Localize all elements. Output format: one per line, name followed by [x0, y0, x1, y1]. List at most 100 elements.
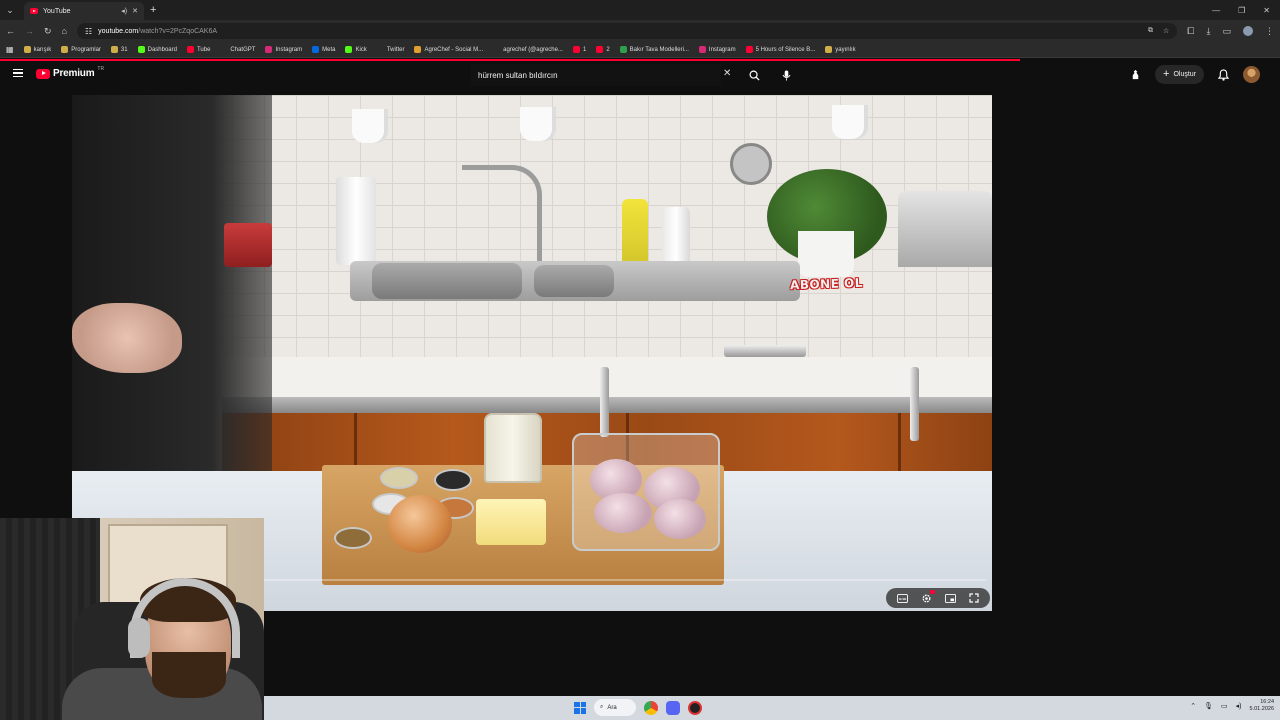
address-path: /watch?v=2PcZqoCAK6A — [138, 27, 218, 35]
browser-tab[interactable]: YouTube ◂) ✕ — [24, 2, 144, 20]
notifications-bell-icon[interactable] — [1218, 68, 1229, 81]
voice-search-button[interactable] — [776, 65, 796, 85]
webcam-beard — [152, 652, 226, 698]
bookmark-item[interactable]: Dashboard — [137, 46, 177, 53]
bookmark-item[interactable]: Twitter — [376, 46, 405, 53]
cast-icon[interactable]: ⧉ — [1148, 27, 1153, 35]
taskbar-clock[interactable]: 16:24 5.01.2026 — [1250, 699, 1274, 713]
search-box: ✕ — [471, 64, 790, 86]
bookmark-item[interactable]: 31 — [110, 46, 128, 53]
downloads-icon[interactable]: ⤓ — [1207, 26, 1211, 37]
settings-icon[interactable] — [919, 590, 935, 605]
bookmark-item[interactable]: Instagram — [698, 46, 736, 53]
bookmark-item[interactable]: karışık — [23, 46, 51, 53]
webcam-overlay — [0, 518, 264, 720]
network-icon[interactable]: ▭ — [1221, 702, 1228, 710]
minimize-icon[interactable]: — — [1212, 6, 1220, 15]
home-icon[interactable]: ⌂ — [62, 26, 67, 36]
apps-grid-icon[interactable]: ▦ — [6, 45, 14, 54]
split-view-icon[interactable]: ▭ — [1222, 26, 1231, 37]
youtube-favicon-icon — [30, 8, 38, 14]
volume-icon[interactable]: ◂) — [1236, 702, 1242, 710]
menu-kebab-icon[interactable]: ⋮ — [1265, 26, 1274, 37]
extensions-icon[interactable]: ⧠ — [1187, 26, 1194, 37]
profile-avatar-icon[interactable] — [1243, 26, 1253, 36]
bookmark-favicon-icon — [23, 46, 31, 53]
browser-tab-bar: ⌄ YouTube ◂) ✕ + — ❐ ✕ — [0, 0, 1280, 20]
bookmark-label: agrechef (@agreche... — [503, 46, 563, 53]
video-frame-spice-bowl — [334, 527, 372, 549]
site-info-icon[interactable]: ☷ — [85, 27, 92, 36]
bookmark-favicon-icon — [825, 46, 833, 53]
maximize-icon[interactable]: ❐ — [1238, 6, 1245, 15]
tray-mic-icon[interactable]: 🎙︎ — [1204, 702, 1213, 710]
bookmark-item[interactable]: AgreChef - Social M... — [414, 46, 483, 53]
bookmark-label: 5 Hours of Silence B... — [755, 46, 816, 53]
bookmark-label: yayınlık — [835, 46, 856, 53]
window-controls: — ❐ ✕ — [1212, 6, 1280, 15]
search-icon — [749, 70, 760, 81]
account-avatar[interactable] — [1243, 66, 1260, 83]
bookmark-star-icon[interactable]: ☆ — [1163, 27, 1169, 35]
bookmark-favicon-icon — [698, 46, 706, 53]
close-window-icon[interactable]: ✕ — [1263, 6, 1270, 15]
bookmark-favicon-icon — [414, 46, 422, 53]
bookmark-item[interactable]: Instagram — [265, 46, 302, 53]
bookmark-item[interactable]: yayınlık — [825, 46, 856, 53]
discord-icon[interactable] — [666, 700, 680, 715]
video-frame-person — [72, 95, 272, 471]
miniplayer-icon[interactable] — [943, 591, 957, 605]
bookmark-item[interactable]: 1 — [572, 46, 586, 53]
bookmark-label: Twitter — [386, 46, 405, 53]
create-button[interactable]: + Oluştur — [1155, 65, 1204, 84]
reload-icon[interactable]: ↻ — [44, 26, 52, 37]
bookmark-item[interactable]: 5 Hours of Silence B... — [745, 46, 816, 53]
tab-list-icon[interactable]: ⌄ — [0, 5, 20, 16]
bookmark-favicon-icon — [110, 46, 118, 53]
close-tab-icon[interactable]: ✕ — [132, 7, 138, 15]
taskbar-search[interactable]: ⌕ Ara — [594, 699, 636, 716]
chess-piece-icon[interactable] — [1130, 69, 1141, 80]
search-icon: ⌕ — [600, 704, 604, 710]
bookmark-item[interactable]: Kick — [345, 46, 367, 53]
bookmark-item[interactable]: 2 — [596, 46, 610, 53]
bookmark-item[interactable]: agrechef (@agreche... — [493, 46, 563, 53]
bookmark-item[interactable]: Programlar — [61, 46, 101, 53]
windows-start-icon[interactable] — [574, 701, 586, 714]
video-frame-butter — [476, 499, 546, 545]
guide-menu-icon[interactable] — [13, 69, 23, 77]
obs-icon[interactable] — [688, 700, 702, 715]
logo-region: TR — [97, 65, 105, 72]
omnibox[interactable]: ☷ youtube.com /watch?v=2PcZqoCAK6A ⧉ ☆ — [76, 23, 1178, 39]
speaker-icon[interactable]: ◂) — [121, 7, 127, 15]
youtube-logo[interactable]: Premium TR — [36, 65, 105, 79]
search-input[interactable] — [471, 64, 721, 86]
bookmark-label: Instagram — [275, 46, 303, 53]
bookmark-favicon-icon — [572, 46, 580, 53]
bookmark-item[interactable]: Bakır Tava Modelleri... — [619, 46, 689, 53]
forward-icon[interactable]: → — [25, 26, 34, 36]
bookmark-item[interactable]: Tube — [186, 46, 210, 53]
hd-badge — [930, 590, 935, 594]
chrome-icon[interactable] — [644, 700, 658, 715]
address-host: youtube.com — [98, 27, 139, 35]
clear-search-icon[interactable]: ✕ — [723, 68, 731, 79]
video-frame-rice-jar — [484, 413, 542, 483]
search-button[interactable] — [744, 66, 764, 84]
bookmark-favicon-icon — [493, 46, 501, 53]
tray-chevron-icon[interactable]: ⌃ — [1190, 702, 1196, 710]
subtitles-icon[interactable] — [895, 591, 909, 605]
bookmark-label: ChatGPT — [230, 46, 256, 53]
video-frame-hand — [72, 303, 182, 373]
bookmark-label: AgreChef - Social M... — [424, 46, 484, 53]
bookmark-label: 2 — [606, 46, 610, 53]
video-frame-sink-basin — [534, 265, 614, 297]
video-progress-track[interactable] — [264, 579, 986, 581]
video-frame-jug — [352, 109, 388, 143]
bookmark-item[interactable]: ChatGPT — [220, 46, 255, 53]
bookmark-item[interactable]: Meta — [312, 46, 335, 53]
clock-time: 16:24 — [1260, 699, 1274, 705]
new-tab-button[interactable]: + — [150, 4, 156, 16]
back-icon[interactable]: ← — [6, 26, 15, 36]
fullscreen-icon[interactable] — [967, 591, 981, 605]
